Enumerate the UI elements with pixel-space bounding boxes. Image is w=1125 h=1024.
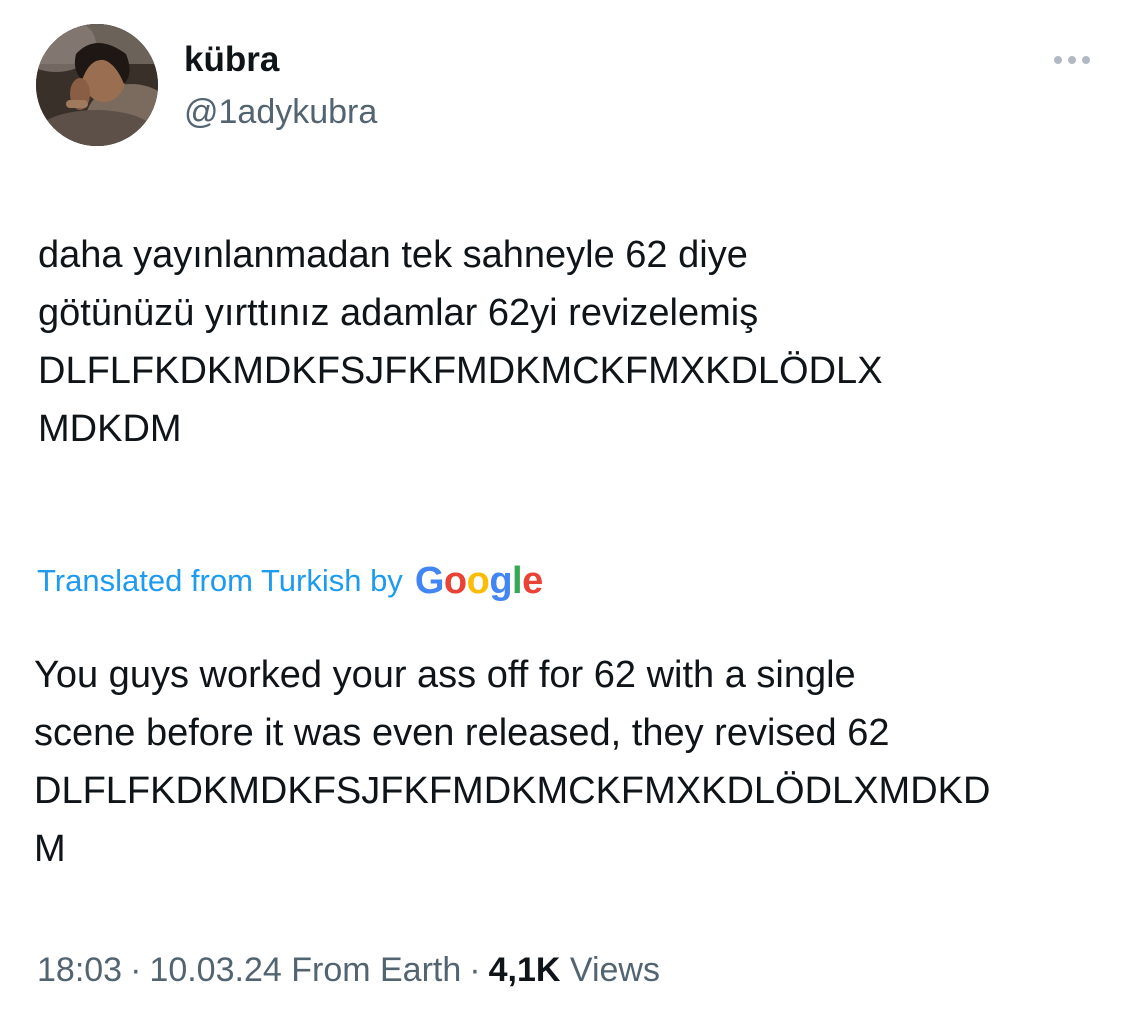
tweet-source: From Earth bbox=[291, 951, 462, 989]
avatar-photo bbox=[36, 24, 158, 146]
more-button[interactable] bbox=[1048, 46, 1096, 74]
google-logo: Google bbox=[414, 560, 543, 602]
meta-separator: · bbox=[130, 951, 142, 989]
translation-text: You guys worked your ass off for 62 with… bbox=[34, 654, 991, 870]
translated-label: Translated from Turkish by bbox=[37, 563, 403, 598]
tweet-header: kübra @1adykubra bbox=[36, 24, 1096, 148]
avatar[interactable] bbox=[36, 24, 158, 146]
tweet-date[interactable]: 10.03.24 bbox=[149, 951, 281, 989]
meta-separator: · bbox=[469, 951, 481, 989]
more-horizontal-icon bbox=[1054, 56, 1090, 64]
tweet-time[interactable]: 18:03 bbox=[37, 951, 122, 989]
views-count[interactable]: 4,1K bbox=[489, 951, 561, 989]
author-handle[interactable]: @1adykubra bbox=[184, 92, 377, 132]
tweet-meta: 18:03 · 10.03.24 From Earth · 4,1K Views bbox=[37, 946, 660, 994]
views-label[interactable]: Views bbox=[570, 951, 660, 989]
author-display-name[interactable]: kübra bbox=[184, 40, 279, 80]
tweet-text: daha yayınlanmadan tek sahneyle 62 diye … bbox=[38, 234, 883, 450]
translation-attribution[interactable]: Translated from Turkish by Google bbox=[37, 556, 543, 606]
